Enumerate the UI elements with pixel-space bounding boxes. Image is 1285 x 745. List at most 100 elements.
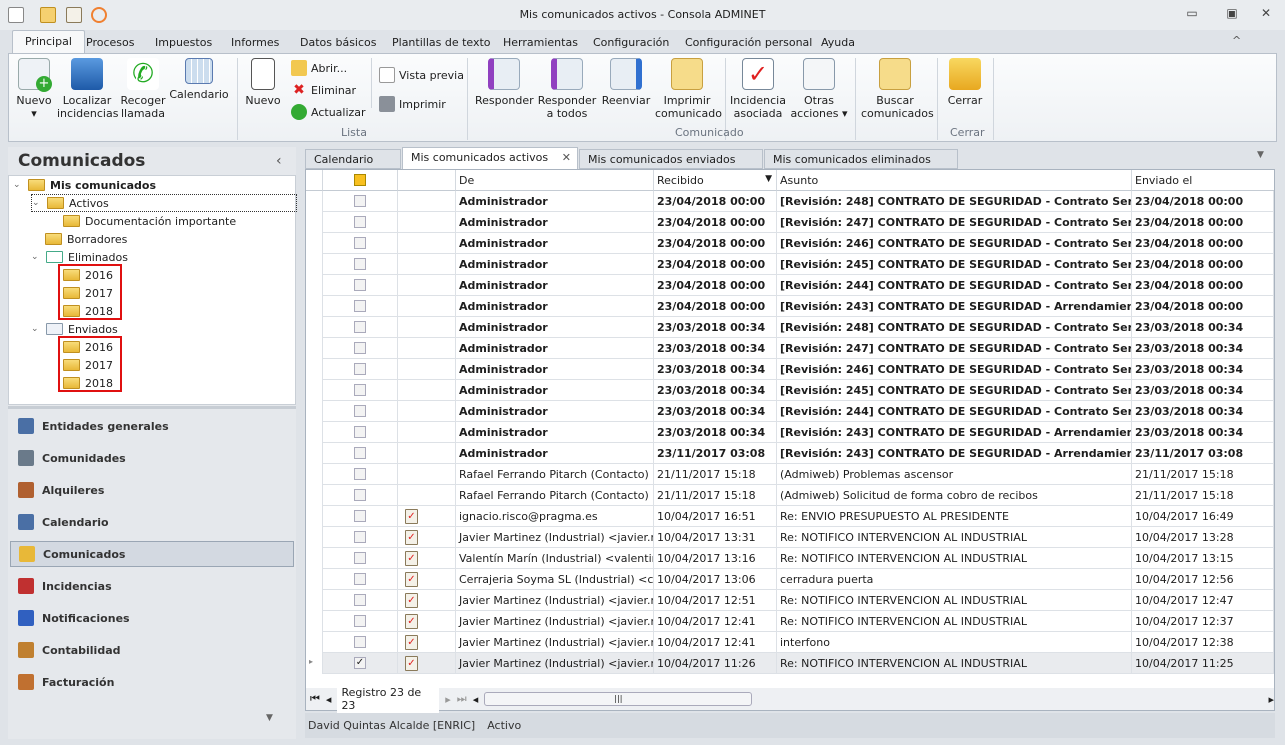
tree-item-eliminados-2018[interactable]: 2018 xyxy=(63,302,113,320)
row-checkbox[interactable] xyxy=(354,237,366,249)
row-checkbox[interactable] xyxy=(354,510,366,522)
row-checkbox[interactable] xyxy=(354,468,366,480)
table-row[interactable]: Administrador 23/11/2017 03:08 [Revisión: … xyxy=(306,443,1274,464)
table-row[interactable]: Administrador 23/04/2018 00:00 [Revisión: … xyxy=(306,233,1274,254)
row-checkbox[interactable] xyxy=(354,363,366,375)
table-row[interactable]: Administrador 23/04/2018 00:00 [Revisión: … xyxy=(306,275,1274,296)
nav-item-incidencias[interactable]: Incidencias xyxy=(10,573,294,599)
table-row[interactable]: Administrador 23/03/2018 00:34 [Revisión: … xyxy=(306,359,1274,380)
nav-item-notificaciones[interactable]: Notificaciones xyxy=(10,605,294,631)
table-row[interactable]: ✓ ignacio.risco@pragma.es 10/04/2017 16:51… xyxy=(306,506,1274,527)
tab-impuestos[interactable]: Impuestos xyxy=(155,36,212,49)
table-row[interactable]: Administrador 23/03/2018 00:34 [Revisión: … xyxy=(306,338,1274,359)
table-row[interactable]: ✓ Cerrajeria Soyma SL (Industrial) <cer..… xyxy=(306,569,1274,590)
row-checkbox[interactable] xyxy=(354,447,366,459)
row-checkbox[interactable] xyxy=(354,636,366,648)
nav-item-entidades-generales[interactable]: Entidades generales xyxy=(10,413,294,439)
table-row[interactable]: Administrador 23/04/2018 00:00 [Revisión: … xyxy=(306,191,1274,212)
last-record-icon[interactable]: ⏭ xyxy=(457,692,467,706)
column-header-enviado[interactable]: Enviado el xyxy=(1132,170,1274,191)
tab-datos-basicos[interactable]: Datos básicos xyxy=(300,36,377,49)
nav-item-facturación[interactable]: Facturación xyxy=(10,669,294,695)
first-record-icon[interactable]: ⏮ xyxy=(310,692,320,706)
tab-principal[interactable]: Principal xyxy=(12,30,85,55)
otras-acciones-button[interactable]: Otras acciones ▾ xyxy=(789,58,849,120)
column-header-de[interactable]: De xyxy=(456,170,654,191)
splitter[interactable] xyxy=(8,406,296,409)
buscar-comunicados-button[interactable]: Buscar comunicados xyxy=(861,58,934,120)
imprimir-button[interactable]: Imprimir xyxy=(379,96,446,112)
tree-item-borradores[interactable]: Borradores xyxy=(45,230,127,248)
column-header-asunto[interactable]: Asunto xyxy=(777,170,1132,191)
close-button[interactable]: ✕ xyxy=(1256,6,1276,24)
table-row[interactable]: Administrador 23/04/2018 00:00 [Revisión: … xyxy=(306,254,1274,275)
tree-item-eliminados-2017[interactable]: 2017 xyxy=(63,284,113,302)
restore-button[interactable]: ▣ xyxy=(1222,6,1242,24)
nav-menu-arrow-icon[interactable]: ▼ xyxy=(266,713,273,723)
doc-tab-eliminados[interactable]: Mis comunicados eliminados xyxy=(764,149,958,169)
nav-item-calendario[interactable]: Calendario xyxy=(10,509,294,535)
collapse-ribbon-icon[interactable]: ^ xyxy=(1232,34,1241,47)
table-row[interactable]: Administrador 23/03/2018 00:34 [Revisión: … xyxy=(306,317,1274,338)
row-checkbox[interactable] xyxy=(354,300,366,312)
row-checkbox[interactable] xyxy=(354,195,366,207)
prev-record-icon[interactable]: ◂ xyxy=(326,693,332,706)
table-row[interactable]: ✓ Javier Martinez (Industrial) <javier.m.… xyxy=(306,527,1274,548)
responder-todos-button[interactable]: Responder a todos xyxy=(537,58,597,120)
table-row[interactable]: ▸ ✓ ✓ Javier Martinez (Industrial) <javier.… xyxy=(306,653,1274,674)
tree-item-enviados-2016[interactable]: 2016 xyxy=(63,338,113,356)
table-row[interactable]: ✓ Javier Martinez (Industrial) <javier.m.… xyxy=(306,611,1274,632)
column-header-recibido[interactable]: Recibido ▼ xyxy=(654,170,777,191)
vista-previa-button[interactable]: Vista previa xyxy=(379,67,464,83)
tree-item-mis-comunicados[interactable]: ⌄ Mis comunicados xyxy=(13,176,156,194)
tree-item-activos[interactable]: ⌄ Activos xyxy=(31,194,297,212)
nuevo-button[interactable]: + Nuevo ▾ xyxy=(13,58,55,120)
tab-configuracion-personal[interactable]: Configuración personal xyxy=(685,36,812,49)
calendario-button[interactable]: Calendario xyxy=(169,58,229,101)
tab-procesos[interactable]: Procesos xyxy=(86,36,134,49)
doc-tab-calendario[interactable]: Calendario xyxy=(305,149,401,169)
nav-item-alquileres[interactable]: Alquileres xyxy=(10,477,294,503)
row-checkbox[interactable] xyxy=(354,594,366,606)
minimize-button[interactable]: ▭ xyxy=(1182,6,1202,24)
actualizar-button[interactable]: Actualizar xyxy=(291,104,366,120)
nav-item-comunidades[interactable]: Comunidades xyxy=(10,445,294,471)
tab-plantillas[interactable]: Plantillas de texto xyxy=(392,36,491,49)
row-checkbox[interactable] xyxy=(354,258,366,270)
lista-nuevo-button[interactable]: Nuevo xyxy=(245,58,281,107)
row-checkbox[interactable] xyxy=(354,573,366,585)
nav-item-comunicados[interactable]: Comunicados xyxy=(10,541,294,567)
row-checkbox[interactable] xyxy=(354,426,366,438)
tabs-dropdown-icon[interactable]: ▼ xyxy=(1257,150,1264,160)
row-checkbox[interactable] xyxy=(354,531,366,543)
tree-item-documentacion[interactable]: Documentación importante xyxy=(63,212,236,230)
scroll-left-icon[interactable]: ◂ xyxy=(473,693,479,706)
row-checkbox[interactable] xyxy=(354,552,366,564)
row-checkbox[interactable] xyxy=(354,279,366,291)
row-checkbox[interactable] xyxy=(354,615,366,627)
reenviar-button[interactable]: Reenviar xyxy=(601,58,651,107)
collapse-panel-button[interactable]: ‹ xyxy=(276,153,282,169)
incidencia-asociada-button[interactable]: ✓ Incidencia asociada xyxy=(729,58,787,120)
close-tab-icon[interactable]: ✕ xyxy=(562,151,571,164)
tree-item-enviados-2017[interactable]: 2017 xyxy=(63,356,113,374)
doc-tab-activos[interactable]: Mis comunicados activos ✕ xyxy=(402,147,578,169)
recoger-llamada-button[interactable]: ✆ Recoger llamada xyxy=(119,58,167,120)
next-record-icon[interactable]: ▸ xyxy=(445,693,451,706)
row-checkbox[interactable] xyxy=(354,384,366,396)
tab-herramientas[interactable]: Herramientas xyxy=(503,36,578,49)
scroll-right-icon[interactable]: ▸ xyxy=(1268,693,1274,706)
table-row[interactable]: ✓ Javier Martinez (Industrial) <javier.m.… xyxy=(306,590,1274,611)
horizontal-scrollbar-thumb[interactable]: ||| xyxy=(484,692,753,706)
table-row[interactable]: Rafael Ferrando Pitarch (Contacto) ... 21… xyxy=(306,485,1274,506)
table-row[interactable]: Administrador 23/03/2018 00:34 [Revisión: … xyxy=(306,422,1274,443)
row-checkbox[interactable]: ✓ xyxy=(354,657,366,669)
row-checkbox[interactable] xyxy=(354,489,366,501)
table-row[interactable]: Administrador 23/04/2018 00:00 [Revisión: … xyxy=(306,212,1274,233)
imprimir-comunicado-button[interactable]: Imprimir comunicado xyxy=(655,58,722,120)
row-checkbox[interactable] xyxy=(354,405,366,417)
tab-ayuda[interactable]: Ayuda xyxy=(821,36,855,49)
tree-item-enviados-2018[interactable]: 2018 xyxy=(63,374,113,392)
eliminar-button[interactable]: ✖ Eliminar xyxy=(291,82,356,98)
tab-configuracion[interactable]: Configuración xyxy=(593,36,669,49)
